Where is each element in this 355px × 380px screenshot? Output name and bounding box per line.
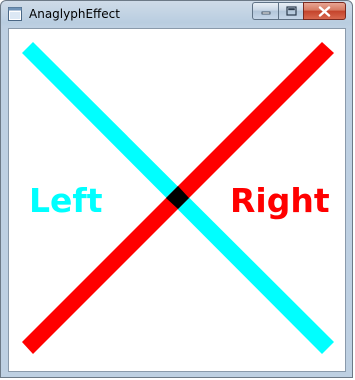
caption-buttons [252, 2, 346, 20]
app-window: AnaglyphEffect Left Right [0, 0, 353, 378]
minimize-button[interactable] [252, 2, 278, 20]
minimize-icon [261, 11, 270, 15]
close-icon [318, 5, 331, 17]
close-button[interactable] [303, 2, 346, 20]
left-label: Left [29, 181, 103, 220]
client-area: Left Right [8, 28, 346, 372]
window-app-icon [8, 7, 22, 21]
right-label: Right [230, 181, 330, 220]
anaglyph-canvas: Left Right [22, 42, 334, 354]
maximize-button[interactable] [278, 2, 303, 20]
title-bar[interactable]: AnaglyphEffect [1, 1, 352, 27]
maximize-icon [285, 6, 297, 16]
window-title: AnaglyphEffect [29, 7, 120, 21]
